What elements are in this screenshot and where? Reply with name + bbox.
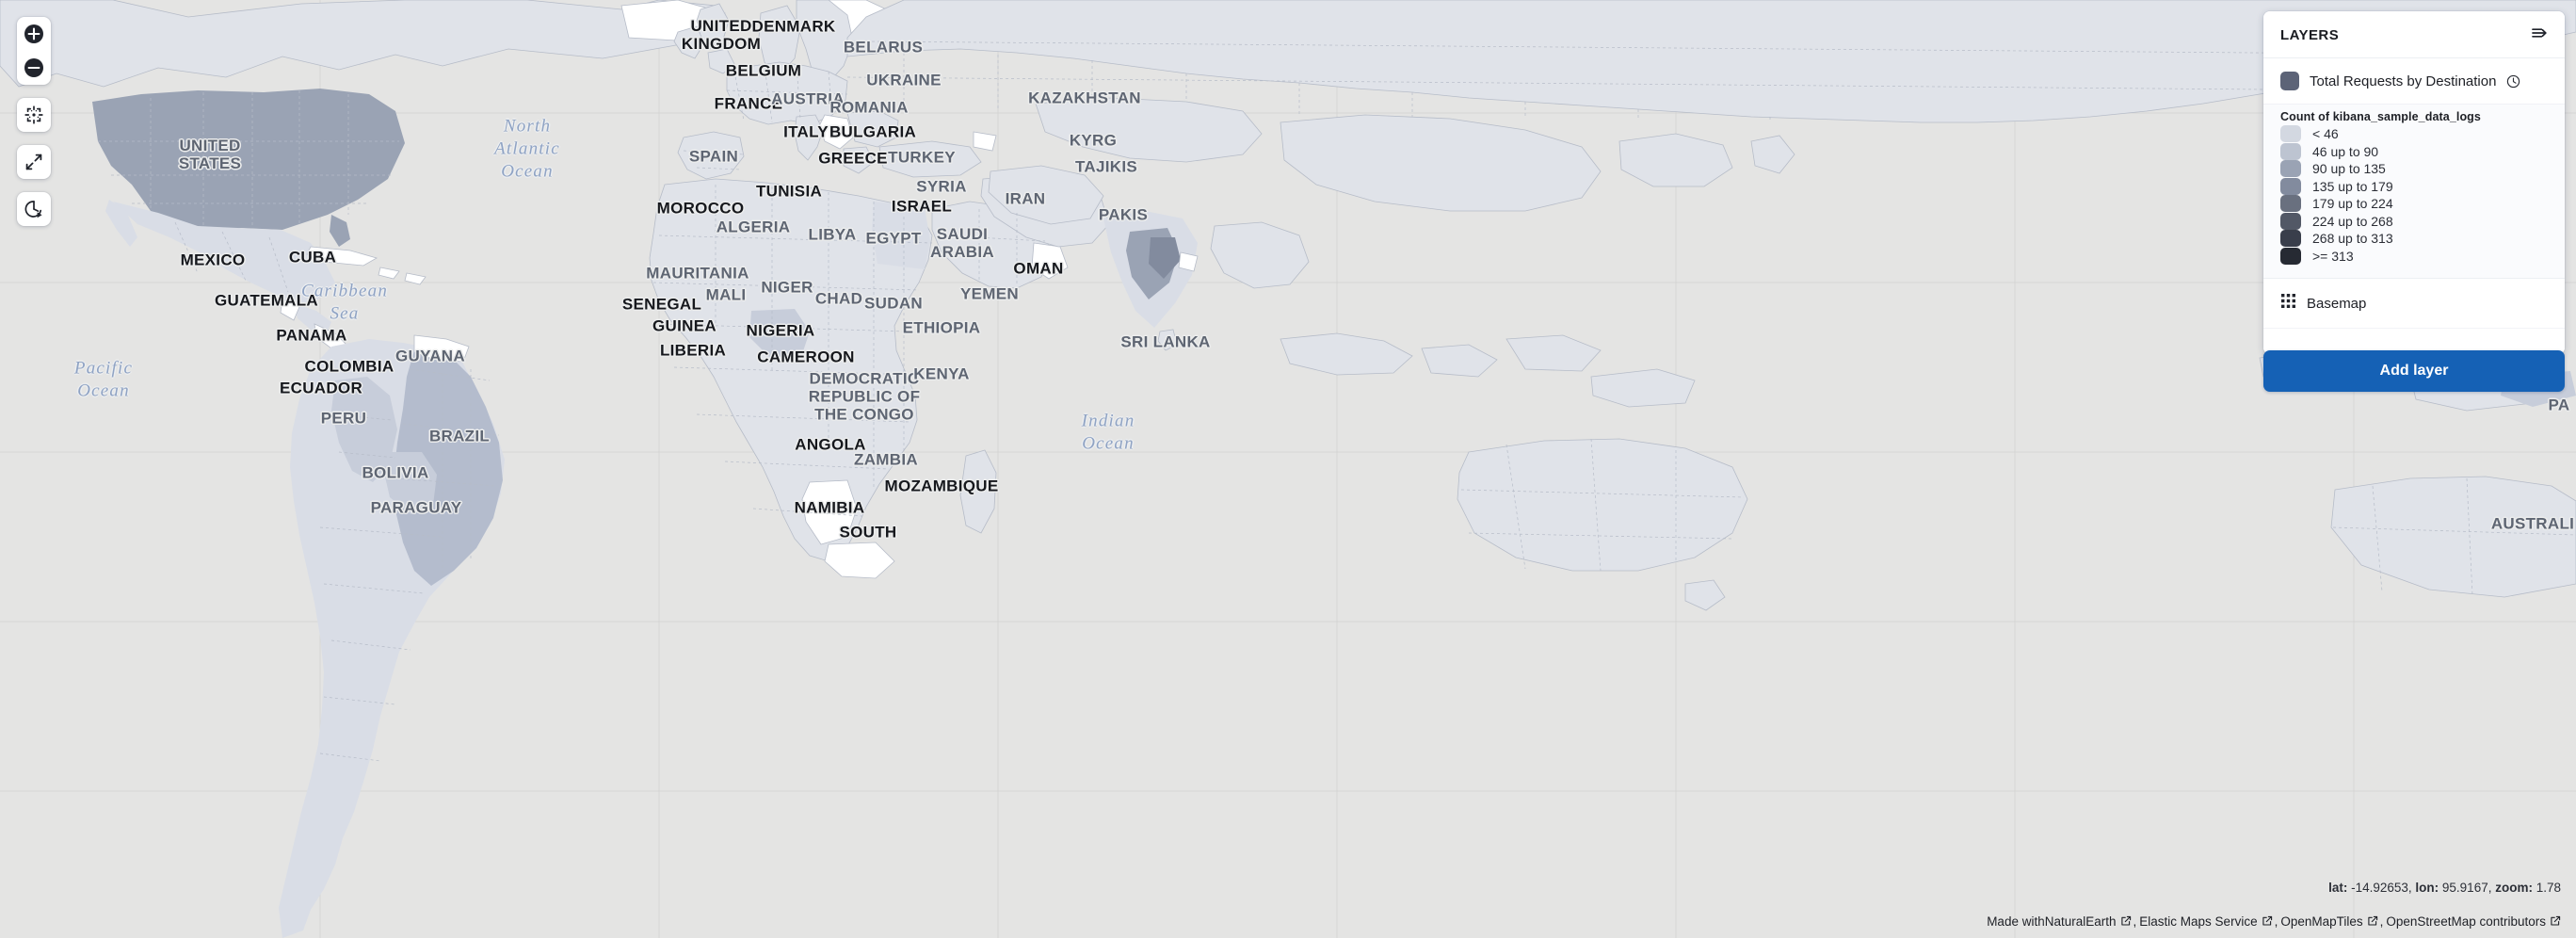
attribution-link-list: NaturalEarth, Elastic Maps Service, OpenMa… (2045, 914, 2563, 929)
legend-item: 179 up to 224 (2280, 195, 2550, 213)
legend-item-label: 46 up to 90 (2312, 143, 2379, 159)
attribution-link[interactable]: OpenStreetMap contributors (2386, 914, 2546, 929)
map-canvas[interactable]: .land { fill:#e0e3e9; stroke:#b6bcc8; st… (0, 0, 2576, 938)
zoom-label: zoom: (2491, 881, 2533, 895)
clock-icon (2506, 74, 2520, 89)
legend-color-chip (2280, 177, 2301, 195)
plus-circle-icon (24, 24, 44, 44)
collapse-panel-button[interactable] (2529, 24, 2550, 45)
zoom-in-button[interactable] (17, 17, 51, 51)
layer-color-swatch (2280, 72, 2299, 90)
legend-item-list: < 46 46 up to 90 90 up to 135 135 up to 179… (2280, 125, 2550, 265)
time-slider-button[interactable] (17, 192, 51, 226)
legend-color-chip (2280, 142, 2301, 160)
legend-item: 90 up to 135 (2280, 160, 2550, 178)
fit-to-data-button[interactable] (17, 98, 51, 132)
legend-item: 268 up to 313 (2280, 230, 2550, 248)
fit-control-group (17, 98, 51, 132)
attribution-separator: , (2379, 914, 2384, 929)
legend-item: 46 up to 90 (2280, 142, 2550, 161)
layers-panel: LAYERS Total Requests by Destination Cou… (2263, 11, 2565, 354)
basemap-label: Basemap (2307, 295, 2367, 312)
zoom-out-button[interactable] (17, 51, 51, 85)
layer-legend: Count of kibana_sample_data_logs < 46 46 … (2263, 104, 2565, 279)
zoom-value: 1.78 (2532, 881, 2561, 895)
legend-color-chip (2280, 160, 2301, 178)
legend-color-chip (2280, 230, 2301, 248)
zoom-control-group (17, 17, 51, 85)
legend-item: 224 up to 268 (2280, 212, 2550, 231)
attribution-link[interactable]: NaturalEarth (2045, 914, 2117, 929)
legend-item-label: 90 up to 135 (2312, 161, 2386, 177)
legend-item-label: 179 up to 224 (2312, 196, 2393, 212)
lat-label: lat: (2328, 881, 2348, 895)
collapse-arrow-icon (2530, 24, 2549, 47)
legend-item: < 46 (2280, 125, 2550, 143)
map-geometry: .land { fill:#e0e3e9; stroke:#b6bcc8; st… (0, 0, 2576, 938)
add-layer-button[interactable]: Add layer (2263, 350, 2565, 392)
fullscreen-control-group (17, 145, 51, 179)
fullscreen-button[interactable] (17, 145, 51, 179)
layer-item-basemap[interactable]: Basemap (2263, 279, 2565, 328)
legend-item-label: 135 up to 179 (2312, 178, 2393, 194)
attribution-prefix: Made with (1987, 914, 2045, 929)
legend-color-chip (2280, 247, 2301, 265)
coordinates-readout: lat: -14.92653, lon: 95.9167, zoom: 1.78 (2328, 881, 2561, 895)
minus-circle-icon (24, 57, 44, 78)
attribution-separator: , (2274, 914, 2278, 929)
attribution-separator: , (2133, 914, 2137, 929)
attribution-link[interactable]: OpenMapTiles (2280, 914, 2362, 929)
crosshair-icon (24, 105, 44, 125)
legend-color-chip (2280, 212, 2301, 230)
layer-item-total-requests-by-destination[interactable]: Total Requests by Destination (2263, 58, 2565, 104)
legend-item-label: 224 up to 268 (2312, 213, 2393, 229)
grid-dots-icon (2280, 293, 2296, 314)
legend-item-label: < 46 (2312, 126, 2339, 142)
panel-title: LAYERS (2280, 26, 2340, 43)
legend-item-label: 268 up to 313 (2312, 231, 2393, 247)
legend-title: Count of kibana_sample_data_logs (2280, 110, 2481, 123)
lat-value: -14.92653, (2347, 881, 2412, 895)
legend-item-label: >= 313 (2312, 248, 2354, 264)
legend-color-chip (2280, 195, 2301, 213)
timeslider-control-group (17, 192, 51, 226)
expand-arrows-icon (24, 152, 44, 172)
legend-color-chip (2280, 125, 2301, 143)
clock-play-icon (24, 199, 44, 219)
attribution-link[interactable]: Elastic Maps Service (2139, 914, 2257, 929)
legend-item: 135 up to 179 (2280, 177, 2550, 196)
layer-item-label: Total Requests by Destination (2310, 73, 2497, 89)
lon-value: 95.9167, (2439, 881, 2492, 895)
map-controls (17, 17, 51, 226)
layers-panel-header: LAYERS (2263, 11, 2565, 58)
lon-label: lon: (2411, 881, 2439, 895)
legend-item: >= 313 (2280, 247, 2550, 266)
attribution-bar: Made with NaturalEarth, Elastic Maps Serv… (1987, 914, 2563, 929)
